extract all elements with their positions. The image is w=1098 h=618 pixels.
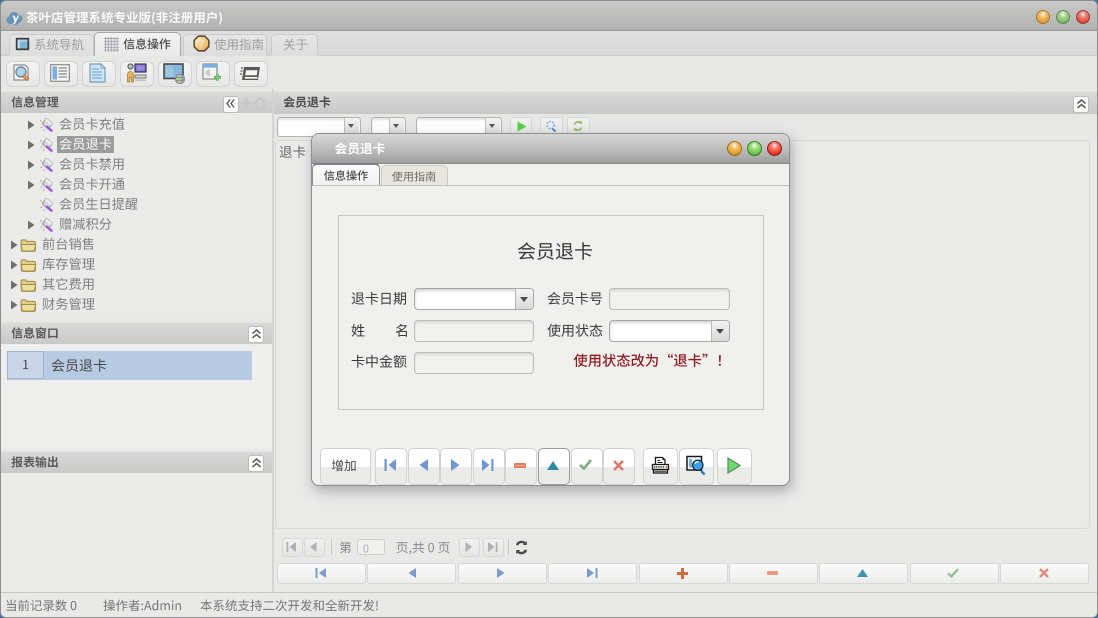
svg-text:?: ? bbox=[198, 39, 205, 51]
